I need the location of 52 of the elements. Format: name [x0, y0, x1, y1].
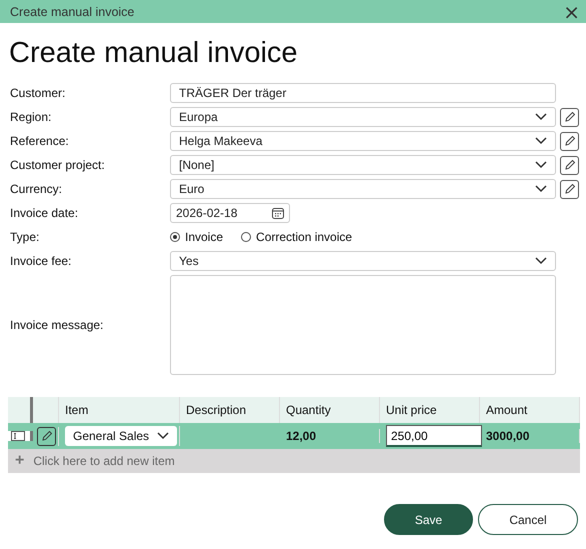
chevron-down-icon: [157, 432, 169, 440]
field-label: Invoice message:: [9, 318, 104, 332]
chevron-down-icon: [535, 113, 547, 121]
field-label: Currency:: [9, 182, 64, 196]
window-title: Create manual invoice: [10, 4, 134, 18]
message-field[interactable]: [170, 275, 556, 375]
chevron-down-icon: [535, 137, 547, 145]
field-label: Reference:: [9, 134, 70, 148]
edit-button[interactable]: [37, 426, 56, 446]
dropdown[interactable]: Helga Makeeva: [170, 131, 556, 151]
pencil-icon: [564, 159, 576, 171]
dropdown[interactable]: Europa: [170, 107, 556, 127]
field-label: Customer project:: [9, 158, 106, 172]
field-label: Invoice date:: [9, 206, 80, 220]
table-cell: 3000,00: [480, 429, 580, 443]
field-label: Region:: [9, 110, 52, 124]
radio-button[interactable]: [170, 232, 180, 242]
pencil-icon: [564, 135, 576, 147]
pencil-icon: [40, 430, 52, 442]
edit-button[interactable]: [560, 108, 579, 126]
chevron-down-icon: [535, 257, 547, 265]
calendar-icon: [272, 207, 284, 219]
edit-button[interactable]: [560, 156, 579, 174]
row-handle-icon: [11, 431, 25, 441]
save-button[interactable]: Save: [384, 504, 473, 535]
table-row[interactable]: General Sales 12,00 250,00 3000,00: [8, 423, 580, 449]
dropdown[interactable]: Euro: [170, 179, 556, 199]
edit-button[interactable]: [560, 180, 579, 198]
page-heading: Create manual invoice: [9, 36, 299, 70]
dropdown[interactable]: [None]: [170, 155, 556, 175]
chevron-down-icon: [535, 185, 547, 193]
chevron-down-icon: [535, 161, 547, 169]
radio-label: Invoice: [185, 230, 224, 244]
add-item-row[interactable]: + Click here to add new item: [8, 449, 580, 473]
plus-icon: +: [15, 452, 24, 470]
add-item-label: Click here to add new item: [33, 454, 175, 468]
cancel-button[interactable]: Cancel: [478, 504, 578, 535]
field-label: Invoice fee:: [9, 254, 72, 268]
edit-button[interactable]: [560, 132, 579, 150]
radio-button[interactable]: [241, 232, 252, 242]
dropdown[interactable]: Yes: [170, 251, 556, 271]
pencil-icon: [564, 111, 576, 123]
price-field[interactable]: 250,00: [386, 425, 482, 447]
item-dropdown[interactable]: General Sales: [65, 426, 177, 446]
close-button[interactable]: ×: [563, 2, 580, 22]
table-cell: 12,00: [280, 429, 380, 443]
field-label: Customer:: [9, 86, 66, 100]
field-label: Type:: [9, 230, 40, 244]
pencil-icon: [564, 183, 576, 195]
radio-label: Correction invoice: [256, 230, 352, 244]
text-field[interactable]: TRÄGER Der träger: [170, 83, 556, 103]
date-field[interactable]: 2026-02-18: [170, 203, 290, 223]
